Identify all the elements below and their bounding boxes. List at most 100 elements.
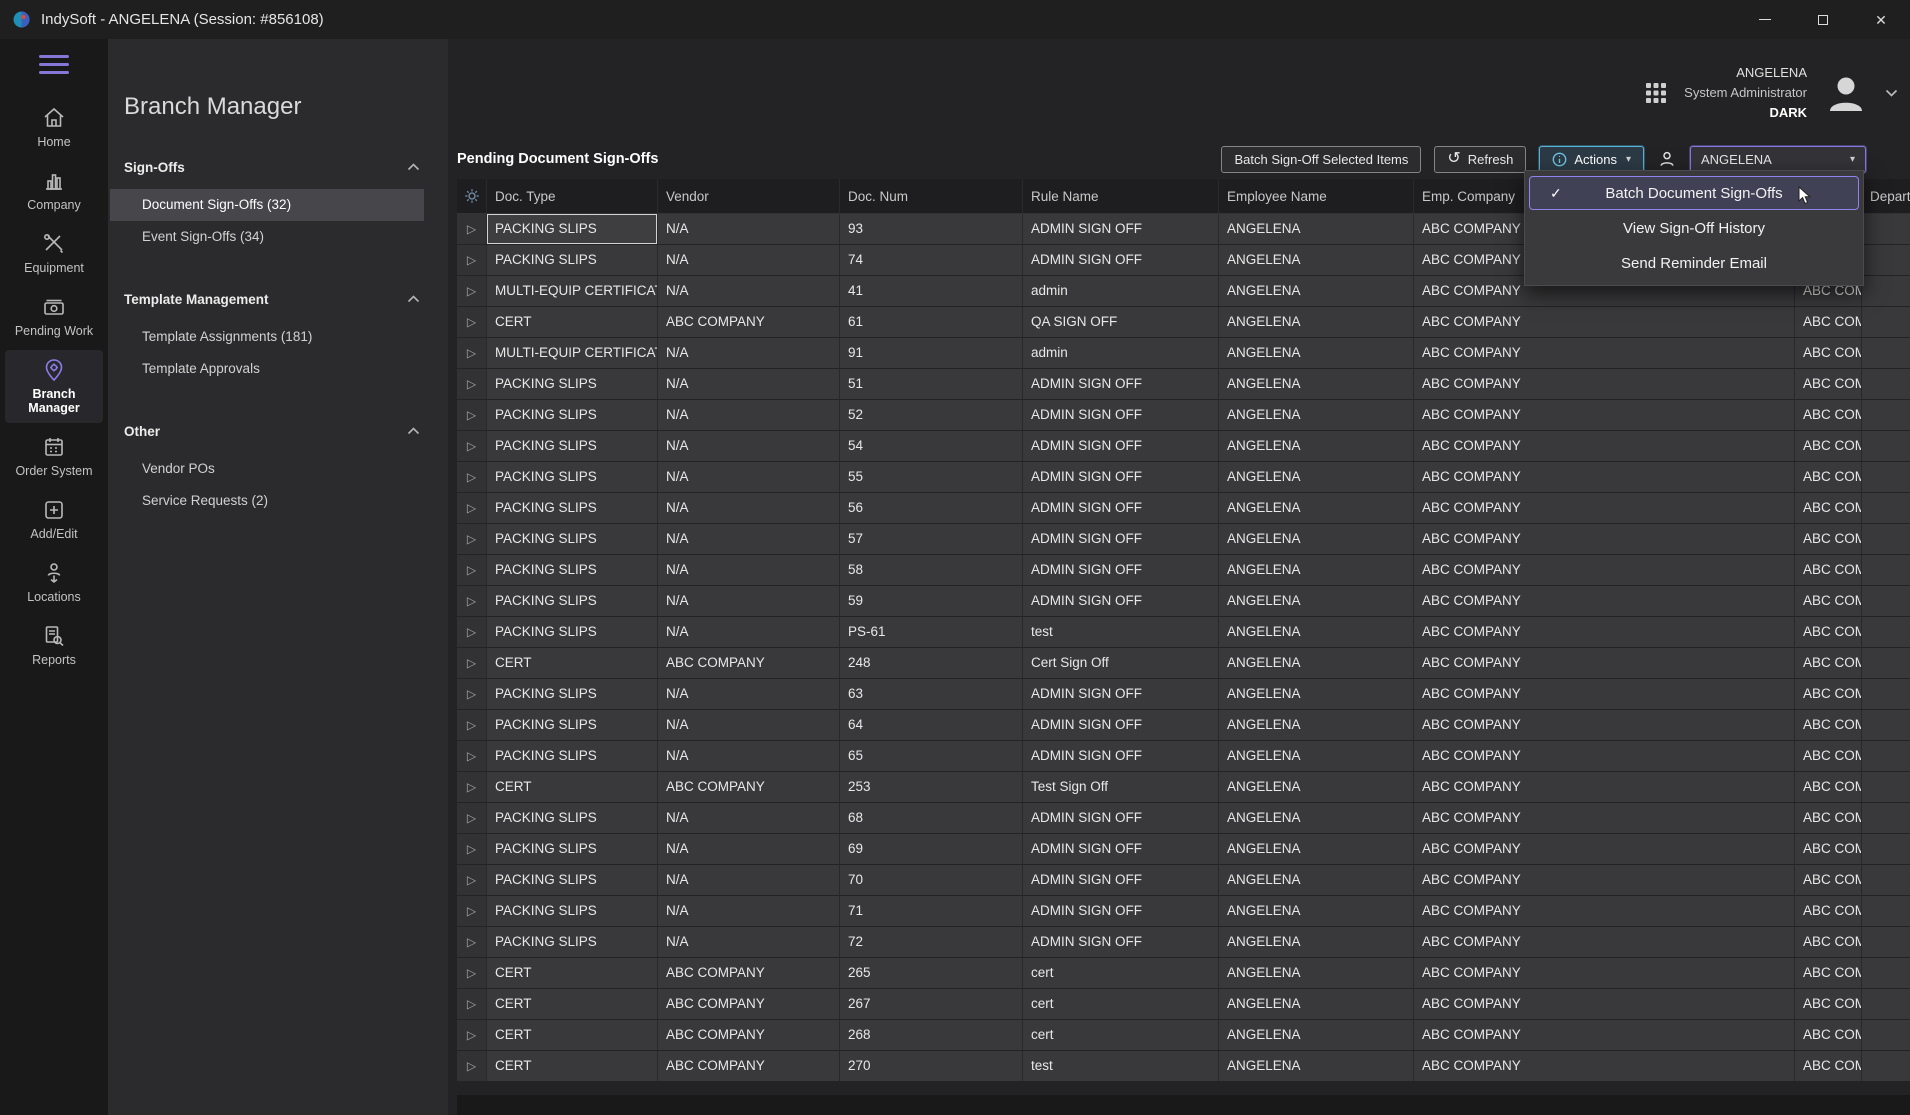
row-expander-icon[interactable]: ▷ [457,431,487,461]
refresh-button[interactable]: ↺ Refresh [1434,146,1526,173]
section-header-template-management[interactable]: Template Management [108,283,448,315]
cell-department [1862,338,1910,368]
subnav-item-vendor-pos[interactable]: Vendor POs [110,453,424,485]
row-expander-icon[interactable]: ▷ [457,834,487,864]
sidebar-item-locations[interactable]: Locations [5,553,103,612]
subnav-item-document-sign-offs[interactable]: Document Sign-Offs (32) [110,189,424,221]
column-header-department[interactable]: Department [1862,179,1910,213]
row-expander-icon[interactable]: ▷ [457,555,487,585]
table-row[interactable]: ▷CERTABC COMPANY268certANGELENAABC COMPA… [457,1020,1910,1051]
table-row[interactable]: ▷PACKING SLIPSN/APS-61testANGELENAABC CO… [457,617,1910,648]
horizontal-scrollbar[interactable] [457,1095,1910,1115]
row-expander-icon[interactable]: ▷ [457,927,487,957]
sidebar-item-equipment[interactable]: Equipment [5,224,103,283]
user-filter-select[interactable]: ANGELENA ▾ [1690,146,1866,173]
row-expander-icon[interactable]: ▷ [457,803,487,833]
table-row[interactable]: ▷PACKING SLIPSN/A56ADMIN SIGN OFFANGELEN… [457,493,1910,524]
table-row[interactable]: ▷PACKING SLIPSN/A64ADMIN SIGN OFFANGELEN… [457,710,1910,741]
table-row[interactable]: ▷PACKING SLIPSN/A57ADMIN SIGN OFFANGELEN… [457,524,1910,555]
row-expander-icon[interactable]: ▷ [457,369,487,399]
row-expander-icon[interactable]: ▷ [457,958,487,988]
table-row[interactable]: ▷PACKING SLIPSN/A54ADMIN SIGN OFFANGELEN… [457,431,1910,462]
row-expander-icon[interactable]: ▷ [457,865,487,895]
table-row[interactable]: ▷PACKING SLIPSN/A55ADMIN SIGN OFFANGELEN… [457,462,1910,493]
table-row[interactable]: ▷PACKING SLIPSN/A65ADMIN SIGN OFFANGELEN… [457,741,1910,772]
row-expander-icon[interactable]: ▷ [457,462,487,492]
chevron-down-icon[interactable] [1885,89,1898,97]
row-expander-icon[interactable]: ▷ [457,307,487,337]
row-expander-icon[interactable]: ▷ [457,338,487,368]
row-expander-icon[interactable]: ▷ [457,617,487,647]
batch-signoff-button[interactable]: Batch Sign-Off Selected Items [1221,146,1421,173]
row-expander-icon[interactable]: ▷ [457,214,487,244]
table-row[interactable]: ▷PACKING SLIPSN/A71ADMIN SIGN OFFANGELEN… [457,896,1910,927]
menu-item-view-sign-off-history[interactable]: View Sign-Off History [1529,211,1859,245]
row-expander-icon[interactable]: ▷ [457,1020,487,1050]
row-expander-icon[interactable]: ▷ [457,679,487,709]
row-expander-icon[interactable]: ▷ [457,741,487,771]
subnav-item-template-approvals[interactable]: Template Approvals [110,353,424,385]
table-row[interactable]: ▷PACKING SLIPSN/A63ADMIN SIGN OFFANGELEN… [457,679,1910,710]
table-row[interactable]: ▷CERTABC COMPANY248Cert Sign OffANGELENA… [457,648,1910,679]
column-header-vendor[interactable]: Vendor [658,179,840,213]
table-row[interactable]: ▷PACKING SLIPSN/A52ADMIN SIGN OFFANGELEN… [457,400,1910,431]
row-expander-icon[interactable]: ▷ [457,276,487,306]
sidebar-item-label: Reports [32,653,76,667]
subnav-item-template-assignments[interactable]: Template Assignments (181) [110,321,424,353]
column-header-rule-name[interactable]: Rule Name [1023,179,1219,213]
row-expander-icon[interactable]: ▷ [457,896,487,926]
table-row[interactable]: ▷CERTABC COMPANY265certANGELENAABC COMPA… [457,958,1910,989]
table-row[interactable]: ▷CERTABC COMPANY253Test Sign OffANGELENA… [457,772,1910,803]
sidebar-item-home[interactable]: Home [5,98,103,157]
row-expander-icon[interactable]: ▷ [457,524,487,554]
table-row[interactable]: ▷PACKING SLIPSN/A72ADMIN SIGN OFFANGELEN… [457,927,1910,958]
row-expander-icon[interactable]: ▷ [457,493,487,523]
row-expander-icon[interactable]: ▷ [457,772,487,802]
sidebar-item-branch-manager[interactable]: Branch Manager [5,350,103,423]
maximize-button[interactable] [1794,0,1852,39]
table-row[interactable]: ▷PACKING SLIPSN/A68ADMIN SIGN OFFANGELEN… [457,803,1910,834]
menu-hamburger-button[interactable] [39,55,69,74]
row-expander-icon[interactable]: ▷ [457,245,487,275]
row-expander-icon[interactable]: ▷ [457,710,487,740]
column-settings-gear-icon[interactable] [457,179,487,213]
table-row[interactable]: ▷PACKING SLIPSN/A59ADMIN SIGN OFFANGELEN… [457,586,1910,617]
section-other: Other Vendor POs Service Requests (2) [108,415,448,517]
table-row[interactable]: ▷PACKING SLIPSN/A70ADMIN SIGN OFFANGELEN… [457,865,1910,896]
subnav-item-service-requests[interactable]: Service Requests (2) [110,485,424,517]
table-row[interactable]: ▷CERTABC COMPANY270testANGELENAABC COMPA… [457,1051,1910,1082]
table-row[interactable]: ▷MULTI-EQUIP CERTIFICATEN/A91adminANGELE… [457,338,1910,369]
row-expander-icon[interactable]: ▷ [457,989,487,1019]
table-row[interactable]: ▷CERTABC COMPANY267certANGELENAABC COMPA… [457,989,1910,1020]
sidebar-item-add-edit[interactable]: Add/Edit [5,490,103,549]
table-row[interactable]: ▷PACKING SLIPSN/A51ADMIN SIGN OFFANGELEN… [457,369,1910,400]
close-button[interactable]: ✕ [1852,0,1910,39]
sidebar-item-order-system[interactable]: Order System [5,427,103,486]
apps-waffle-icon[interactable] [1644,81,1668,105]
actions-button[interactable]: Actions ▾ [1539,146,1644,173]
column-header-employee-name[interactable]: Employee Name [1219,179,1414,213]
cell-doc-type: PACKING SLIPS [487,555,658,585]
sidebar-item-label: Locations [27,590,81,604]
table-row[interactable]: ▷PACKING SLIPSN/A58ADMIN SIGN OFFANGELEN… [457,555,1910,586]
cell-rule-name: ADMIN SIGN OFF [1023,462,1219,492]
sidebar-item-pending-work[interactable]: Pending Work [5,287,103,346]
row-expander-icon[interactable]: ▷ [457,648,487,678]
sidebar-item-reports[interactable]: Reports [5,616,103,675]
column-header-doc-num[interactable]: Doc. Num [840,179,1023,213]
column-header-doc-type[interactable]: Doc. Type [487,179,658,213]
cell-vendor: N/A [658,462,840,492]
menu-item-send-reminder-email[interactable]: Send Reminder Email [1529,246,1859,280]
sidebar-item-company[interactable]: Company [5,161,103,220]
row-expander-icon[interactable]: ▷ [457,586,487,616]
row-expander-icon[interactable]: ▷ [457,1051,487,1081]
row-expander-icon[interactable]: ▷ [457,400,487,430]
table-row[interactable]: ▷PACKING SLIPSN/A69ADMIN SIGN OFFANGELEN… [457,834,1910,865]
section-header-other[interactable]: Other [108,415,448,447]
section-header-sign-offs[interactable]: Sign-Offs [108,151,448,183]
subnav-item-event-sign-offs[interactable]: Event Sign-Offs (34) [110,221,424,253]
cell-rule-name: ADMIN SIGN OFF [1023,927,1219,957]
avatar[interactable] [1823,71,1869,115]
table-row[interactable]: ▷CERTABC COMPANY61QA SIGN OFFANGELENAABC… [457,307,1910,338]
minimize-button[interactable] [1736,0,1794,39]
